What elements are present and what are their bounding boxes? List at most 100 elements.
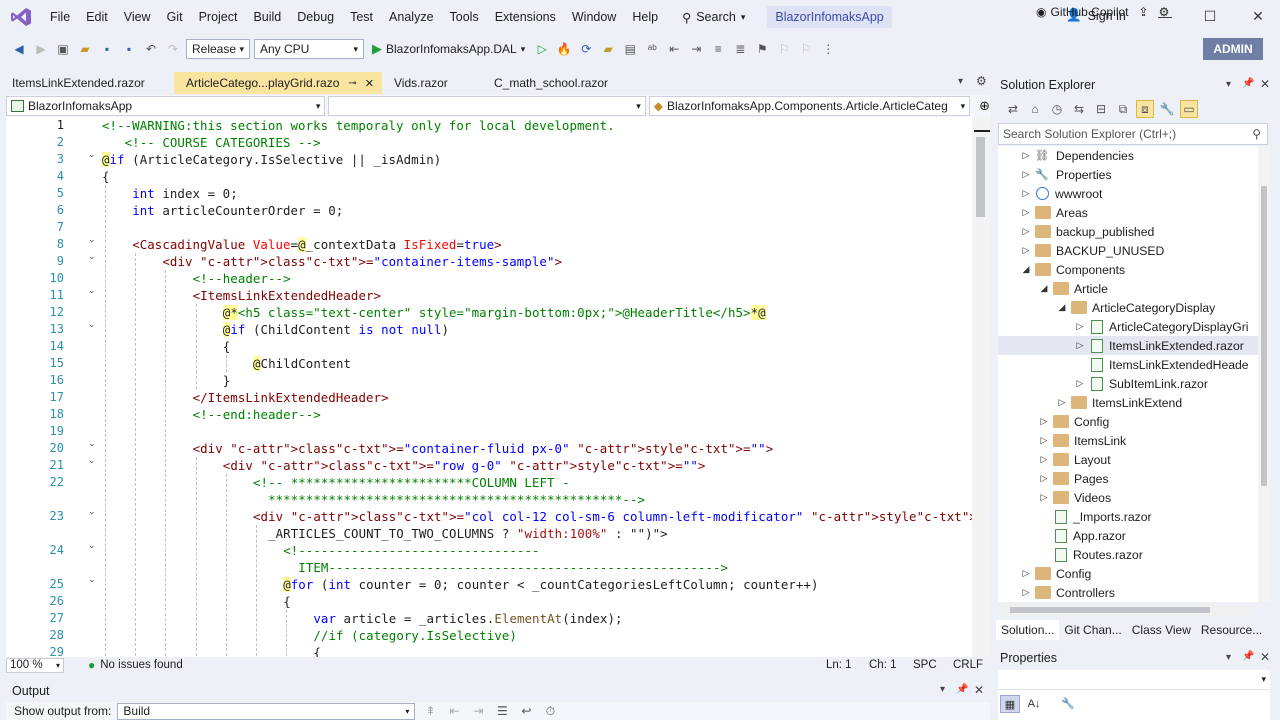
collapse-region-icon[interactable]: ⌄ [88, 541, 96, 551]
pane-dropdown-icon[interactable]: ▾ [1226, 652, 1231, 663]
collapsed-arrow-icon[interactable]: ▷ [1020, 150, 1032, 161]
tab-articlecatego-playgrid-razor[interactable]: ArticleCatego...playGrid.razor ⊸ ✕ [174, 72, 382, 94]
feedback-icon[interactable]: ⚙ [1159, 5, 1170, 19]
collapse-region-icon[interactable]: ⌄ [88, 507, 96, 517]
categorized-icon[interactable]: ▦ [1000, 695, 1020, 713]
show-all-files-icon[interactable]: ⧉ [1114, 100, 1132, 118]
forward-icon[interactable]: ▶ [32, 40, 50, 58]
collapse-region-icon[interactable]: ⌄ [88, 575, 96, 585]
collapsed-arrow-icon[interactable]: ▷ [1020, 169, 1032, 180]
alphabetical-icon[interactable]: A↓ [1024, 695, 1044, 713]
back-icon[interactable]: ◀ [10, 40, 28, 58]
start-without-debugging-icon[interactable]: ▷ [533, 40, 551, 58]
collapsed-arrow-icon[interactable]: ▷ [1020, 207, 1032, 218]
tree-item-pages[interactable]: ▷ Pages [998, 469, 1258, 488]
tree-item-properties[interactable]: ▷ 🔧 Properties [998, 165, 1258, 184]
scrollbar-thumb[interactable] [976, 137, 985, 217]
bookmark-icon[interactable]: ⚑ [753, 40, 771, 58]
code-editor[interactable]: 1 2 3 ⌄ 4 5 6 7 8 ⌄ 9 ⌄ 10 11 ⌄ 12 13 ⌄ 14 15 16 17 18 19 20 ⌄ 21 ⌄… [6, 117, 990, 657]
collapsed-arrow-icon[interactable]: ▷ [1074, 378, 1086, 389]
sync-icon[interactable]: ⇆ [1070, 100, 1088, 118]
collapsed-arrow-icon[interactable]: ▷ [1020, 587, 1032, 598]
history-icon[interactable]: ◷ [1048, 100, 1066, 118]
solution-explorer-search-input[interactable]: Search Solution Explorer (Ctrl+;) ⚲ [998, 123, 1268, 145]
tool-tab-class-view[interactable]: Class View [1127, 620, 1196, 640]
split-editor-icon[interactable]: ⊕ [979, 98, 990, 114]
tree-item-config[interactable]: ▷ Config [998, 412, 1258, 431]
word-wrap-icon[interactable]: ↩ [517, 702, 535, 720]
pin-icon[interactable]: 📌 [956, 684, 968, 695]
tree-item-itemslinkextendedheade[interactable]: ItemsLinkExtendedHeade [998, 355, 1258, 374]
tree-item-wwwroot[interactable]: ▷ wwwroot [998, 184, 1258, 203]
folder-icon[interactable]: ▰ [599, 40, 617, 58]
menu-item-git[interactable]: Git [159, 5, 191, 29]
refresh-icon[interactable]: ⟳ [577, 40, 595, 58]
clear-all-icon[interactable]: ☰ [493, 702, 511, 720]
find-message-icon[interactable]: ⇞ [421, 702, 439, 720]
search-button[interactable]: ⚲ Search ▾ [676, 10, 751, 25]
close-icon[interactable]: ✕ [1260, 650, 1270, 664]
close-icon[interactable]: ✕ [1248, 8, 1268, 28]
layout-icon[interactable]: ▤ [621, 40, 639, 58]
collapse-region-icon[interactable]: ⌄ [88, 150, 96, 160]
pane-dropdown-icon[interactable]: ▾ [1226, 79, 1231, 90]
menu-item-edit[interactable]: Edit [78, 5, 116, 29]
gear-icon[interactable]: ⚙ [976, 74, 987, 88]
redo-icon[interactable]: ↷ [164, 40, 182, 58]
solution-tree-horizontal-scrollbar[interactable] [998, 604, 1250, 616]
solution-tree-vertical-scrollbar[interactable] [1258, 146, 1270, 602]
editor-vertical-scrollbar[interactable] [972, 117, 990, 657]
expanded-arrow-icon[interactable]: ◢ [1020, 264, 1032, 275]
spell-check-icon[interactable]: ᵃᵇ [643, 40, 661, 58]
menu-item-view[interactable]: View [116, 5, 159, 29]
collapsed-arrow-icon[interactable]: ▷ [1038, 435, 1050, 446]
pin-icon[interactable]: ⊸ [348, 78, 356, 89]
prev-message-icon[interactable]: ⇤ [445, 702, 463, 720]
collapse-region-icon[interactable]: ⌄ [88, 320, 96, 330]
collapsed-arrow-icon[interactable]: ▷ [1020, 245, 1032, 256]
tree-item-itemslinkextend[interactable]: ▷ ItemsLinkExtend [998, 393, 1258, 412]
save-icon[interactable]: ▪ [98, 40, 116, 58]
outdent-icon[interactable]: ≣ [731, 40, 749, 58]
admin-badge[interactable]: ADMIN [1203, 38, 1263, 60]
pin-icon[interactable]: 📌 [1242, 78, 1254, 89]
preview-icon[interactable]: ▭ [1180, 100, 1198, 118]
tree-item-backup-unused[interactable]: ▷ BACKUP_UNUSED [998, 241, 1258, 260]
close-icon[interactable]: ✕ [974, 683, 984, 697]
home-icon[interactable]: ⌂ [1026, 100, 1044, 118]
toolbar-overflow-icon[interactable]: ⋮ [819, 40, 837, 58]
bookmark-prev-icon[interactable]: ⚐ [775, 40, 793, 58]
tree-item-articlecategorydisplay[interactable]: ◢ ArticleCategoryDisplay [998, 298, 1258, 317]
open-folder-icon[interactable]: ▰ [76, 40, 94, 58]
tree-item-itemslink[interactable]: ▷ ItemsLink [998, 431, 1258, 450]
tab-c-math-school-razor[interactable]: C_math_school.razor [482, 72, 632, 94]
collapsed-arrow-icon[interactable]: ▷ [1020, 188, 1032, 199]
collapsed-arrow-icon[interactable]: ▷ [1074, 340, 1086, 351]
pin-icon[interactable]: 📌 [1242, 651, 1254, 662]
tree-item-config[interactable]: ▷ Config [998, 564, 1258, 583]
collapsed-arrow-icon[interactable]: ▷ [1056, 397, 1068, 408]
project-dropdown[interactable]: BlazorInfomaksApp ▾ [6, 96, 326, 116]
menu-item-test[interactable]: Test [342, 5, 381, 29]
collapsed-arrow-icon[interactable]: ▷ [1038, 473, 1050, 484]
tree-item-subitemlink-razor[interactable]: ▷ SubItemLink.razor [998, 374, 1258, 393]
wrench-icon[interactable]: 🔧 [1058, 695, 1078, 713]
properties-object-select[interactable]: ▾ [998, 670, 1270, 690]
tool-tab-resource[interactable]: Resource... [1196, 620, 1267, 640]
tree-item-videos[interactable]: ▷ Videos [998, 488, 1258, 507]
line-indicator[interactable]: Ln: 1 [826, 659, 852, 671]
configuration-select[interactable]: Release ▾ [186, 39, 250, 59]
start-button[interactable]: ▶ BlazorInfomaksApp.DAL ▾ [368, 41, 529, 57]
menu-item-help[interactable]: Help [624, 5, 666, 29]
hot-reload-icon[interactable]: 🔥 [555, 40, 573, 58]
switch-views-icon[interactable]: ⇄ [1004, 100, 1022, 118]
tree-item-articlecategorydisplaygri[interactable]: ▷ ArticleCategoryDisplayGri [998, 317, 1258, 336]
tree-item-routes-razor[interactable]: Routes.razor [998, 545, 1258, 564]
platform-select[interactable]: Any CPU ▾ [254, 39, 364, 59]
visual-studio-logo-icon[interactable] [0, 0, 42, 34]
indent-icon[interactable]: ≡ [709, 40, 727, 58]
bookmark-next-icon[interactable]: ⚐ [797, 40, 815, 58]
format-icon[interactable]: ⇥ [687, 40, 705, 58]
column-indicator[interactable]: Ch: 1 [869, 659, 897, 671]
tree-item-itemslinkextended-razor[interactable]: ▷ ItemsLinkExtended.razor [998, 336, 1258, 355]
